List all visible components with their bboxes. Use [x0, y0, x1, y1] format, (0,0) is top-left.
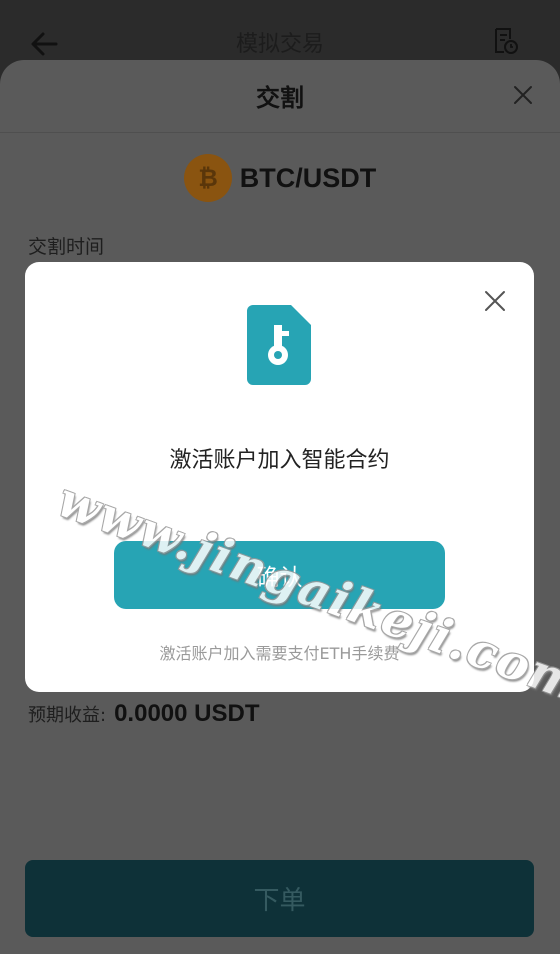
trading-pair: ₿ BTC/USDT	[0, 152, 560, 204]
expected-profit: 预期收益: 0.0000 USDT	[28, 700, 259, 728]
sheet-title: 交割	[256, 84, 304, 112]
close-icon[interactable]	[484, 290, 506, 312]
svg-text:₿: ₿	[198, 164, 218, 192]
bitcoin-icon: ₿	[183, 154, 232, 202]
modal-message: 激活账户加入智能合约	[169, 448, 390, 473]
document-clock-icon[interactable]	[490, 26, 520, 56]
expected-profit-value: 0.0000 USDT	[114, 700, 260, 727]
delivery-time-label: 交割时间	[28, 236, 105, 258]
page-title: 模拟交易	[235, 32, 324, 57]
expected-profit-label: 预期收益:	[28, 705, 107, 726]
pair-name: BTC/USDT	[239, 162, 377, 193]
place-order-button[interactable]: 下单	[25, 860, 534, 937]
key-file-icon	[247, 305, 311, 385]
sheet-header: 交割	[0, 60, 560, 133]
close-icon[interactable]	[512, 84, 534, 106]
